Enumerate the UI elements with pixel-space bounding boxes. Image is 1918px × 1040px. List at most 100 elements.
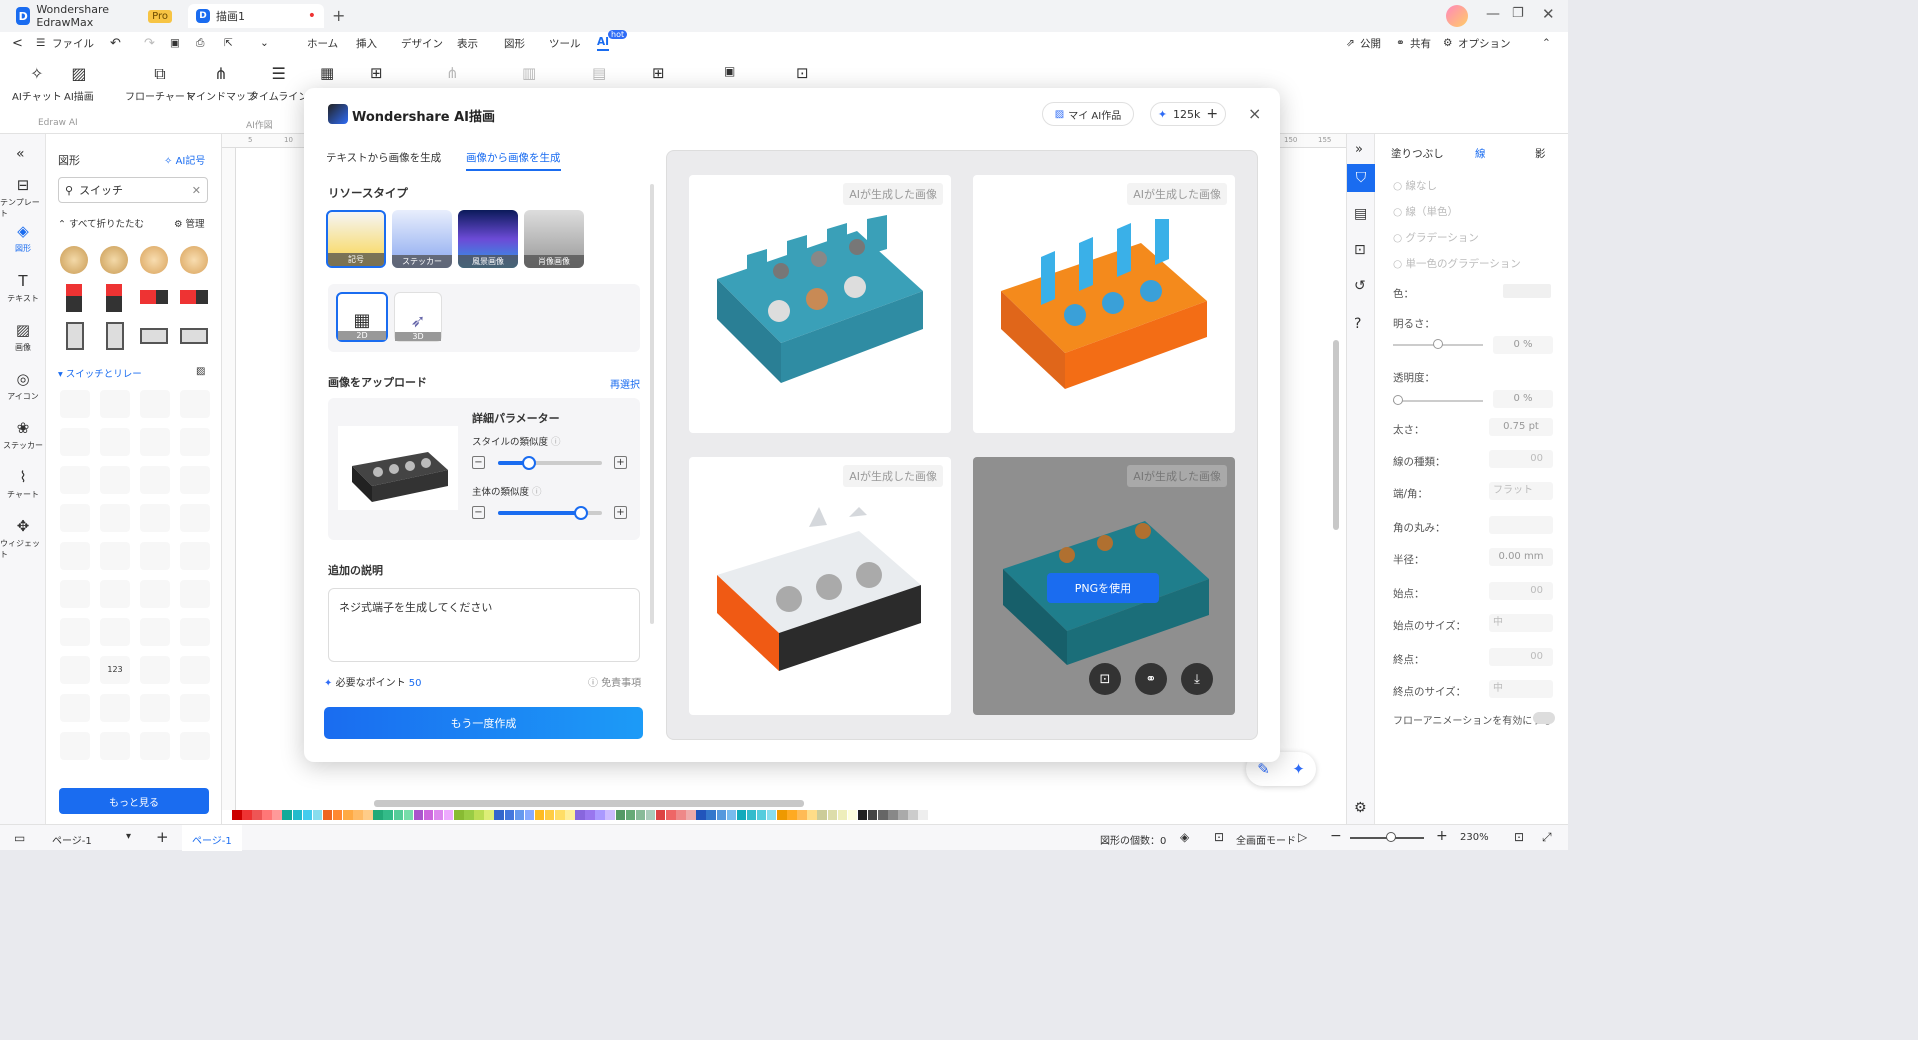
switch-symbol[interactable] xyxy=(100,504,130,532)
dimension-3d[interactable]: ➶ 3D xyxy=(394,292,442,342)
resource-symbol[interactable]: 記号 xyxy=(326,210,386,268)
color-swatch[interactable] xyxy=(383,810,393,820)
gear-icon[interactable]: ⚙ xyxy=(1443,37,1452,49)
more-chevron-icon[interactable]: ⌄ xyxy=(260,37,269,49)
switch-symbol[interactable] xyxy=(60,732,90,760)
nav-text[interactable]: T テキスト xyxy=(0,272,46,304)
color-swatch[interactable] xyxy=(373,810,383,820)
color-swatch[interactable] xyxy=(595,810,605,820)
color-swatch[interactable] xyxy=(797,810,807,820)
switch-symbol[interactable] xyxy=(140,466,170,494)
avatar[interactable] xyxy=(1446,5,1468,27)
color-swatch[interactable] xyxy=(433,810,444,820)
style-minus-button[interactable]: − xyxy=(472,456,485,469)
switch-shape[interactable] xyxy=(66,284,82,312)
color-swatch[interactable] xyxy=(252,810,262,820)
switch-symbol[interactable] xyxy=(100,580,130,608)
start-select[interactable]: 00 xyxy=(1489,582,1553,600)
zoom-thumb[interactable] xyxy=(1386,832,1396,842)
switch-symbol[interactable] xyxy=(180,390,210,418)
option-gradient[interactable]: ○ グラデーション xyxy=(1393,230,1479,245)
my-ai-works-button[interactable]: ▨ マイ AI作品 xyxy=(1042,102,1134,126)
expand-panel-icon[interactable]: » xyxy=(1355,142,1363,157)
start-size-select[interactable]: 中 xyxy=(1489,614,1553,632)
menu-shapes[interactable]: 図形 xyxy=(504,36,525,51)
switch-symbol[interactable] xyxy=(180,542,210,570)
menu-ai[interactable]: AI xyxy=(597,36,610,51)
dimension-2d[interactable]: ▦ 2D xyxy=(336,292,388,342)
slider-thumb[interactable] xyxy=(1393,395,1403,405)
transparency-field[interactable]: 0 % xyxy=(1493,390,1553,408)
nav-templates[interactable]: ⊟ テンプレート xyxy=(0,176,46,219)
color-swatch[interactable] xyxy=(615,810,626,820)
switch-symbol[interactable] xyxy=(100,466,130,494)
ai-magic-icon[interactable]: ✎ xyxy=(1257,760,1270,778)
screw-shape[interactable] xyxy=(60,246,88,274)
zoom-out-icon[interactable]: − xyxy=(1330,828,1342,844)
color-swatch[interactable] xyxy=(423,810,434,820)
result-image-3[interactable]: AIが生成した画像 xyxy=(689,457,951,715)
add-page-icon[interactable]: + xyxy=(156,828,169,846)
switch-symbol[interactable] xyxy=(140,580,170,608)
switch-symbol[interactable] xyxy=(180,504,210,532)
color-swatch[interactable] xyxy=(847,810,858,820)
color-swatch[interactable] xyxy=(605,810,615,820)
color-swatch[interactable] xyxy=(232,810,242,820)
switch-symbol[interactable] xyxy=(140,656,170,684)
color-swatch[interactable] xyxy=(655,810,666,820)
flowchart-button[interactable]: ⧉ フローチャート xyxy=(125,64,195,103)
color-swatch[interactable] xyxy=(544,810,555,820)
result-image-1[interactable]: AIが生成した画像 xyxy=(689,175,951,433)
dialog-close-icon[interactable]: × xyxy=(1248,104,1261,123)
switch-symbol[interactable] xyxy=(140,618,170,646)
fit-icon[interactable]: ⊡ xyxy=(1214,830,1224,844)
ai-sparkle-icon[interactable]: ✦ xyxy=(1292,760,1305,778)
brightness-slider[interactable] xyxy=(1393,339,1483,349)
color-swatch[interactable] xyxy=(272,810,282,820)
tab-fill[interactable]: 塗りつぶし xyxy=(1391,146,1444,161)
switch-symbol[interactable] xyxy=(60,656,90,684)
close-window-icon[interactable]: ✕ xyxy=(1542,5,1555,23)
play-icon[interactable]: ▷ xyxy=(1298,830,1307,844)
screw-shape[interactable] xyxy=(140,246,168,274)
subject-similarity-slider[interactable] xyxy=(498,506,602,520)
endpoint-select[interactable]: 00 xyxy=(1489,648,1553,666)
color-swatch[interactable] xyxy=(645,810,656,820)
screw-shape[interactable] xyxy=(180,246,208,274)
frame-icon[interactable]: ⊞ xyxy=(652,64,665,82)
fullscreen-mode[interactable]: 全画面モード xyxy=(1236,832,1296,847)
menu-insert[interactable]: 挿入 xyxy=(356,36,377,51)
restore-icon[interactable]: ❐ xyxy=(1512,6,1524,21)
publish-icon[interactable]: ⇗ xyxy=(1346,37,1355,49)
insert-icon[interactable]: ⊡ xyxy=(1089,663,1121,695)
ai-symbol-button[interactable]: ✧ AI記号 xyxy=(164,152,205,167)
color-swatch[interactable] xyxy=(413,810,424,820)
color-swatch[interactable] xyxy=(403,810,414,820)
clear-icon[interactable]: ✕ xyxy=(192,184,201,197)
settings-gear-icon[interactable]: ⚙ xyxy=(1354,800,1367,816)
switch-symbol[interactable] xyxy=(140,542,170,570)
flow-animation-toggle[interactable] xyxy=(1533,712,1555,724)
tab-image-to-image[interactable]: 画像から画像を生成 xyxy=(466,150,561,171)
relay-shape[interactable] xyxy=(180,328,208,344)
menu-share[interactable]: 共有 xyxy=(1410,36,1431,51)
end-size-select[interactable]: 中 xyxy=(1489,680,1553,698)
color-swatch[interactable] xyxy=(464,810,474,820)
category-image-icon[interactable]: ▨ xyxy=(196,366,205,377)
color-swatch[interactable] xyxy=(726,810,737,820)
color-picker[interactable] xyxy=(1503,284,1551,298)
color-swatch[interactable] xyxy=(322,810,333,820)
color-swatch[interactable] xyxy=(686,810,696,820)
color-swatch[interactable] xyxy=(292,810,303,820)
nav-charts[interactable]: ⌇ チャート xyxy=(0,468,46,500)
fill-bucket-icon[interactable]: ⛉ xyxy=(1347,164,1375,192)
use-png-button[interactable]: PNGを使用 xyxy=(1047,573,1159,603)
prompt-textarea[interactable]: ネジ式端子を生成してください xyxy=(328,588,640,662)
page-selector[interactable]: ページ-1 xyxy=(52,832,92,847)
switch-symbol[interactable] xyxy=(180,466,210,494)
color-swatch[interactable] xyxy=(484,810,494,820)
expand-icon[interactable]: ⤢ xyxy=(1542,830,1552,845)
color-swatch[interactable] xyxy=(898,810,908,820)
color-swatch[interactable] xyxy=(666,810,676,820)
menu-design[interactable]: デザイン xyxy=(401,36,443,51)
